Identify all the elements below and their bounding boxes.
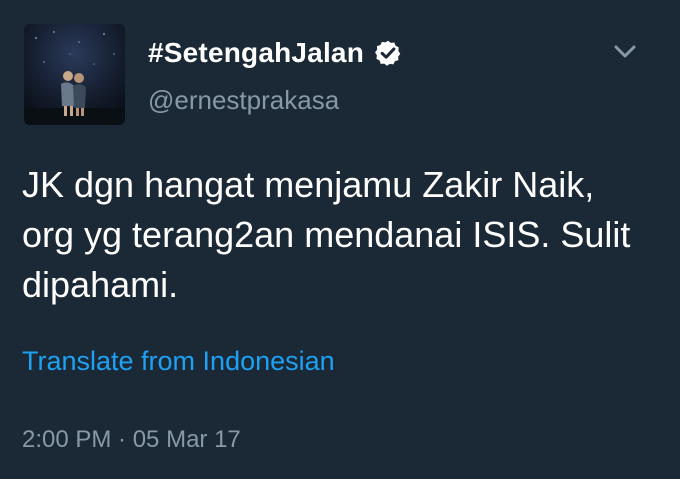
author-handle[interactable]: @ernestprakasa — [148, 84, 339, 116]
tweet-text-line: JK dgn hangat menjamu Zakir Naik, — [22, 164, 595, 205]
tweet-timestamp[interactable]: 2:00 PM · 05 Mar 17 — [22, 424, 241, 456]
avatar[interactable] — [24, 24, 125, 125]
tweet-text-line: org yg terang2an mendanai ISIS. Sulit — [22, 214, 631, 255]
tweet-card: #SetengahJalan @ernestprakasa JK dgn han… — [0, 0, 680, 479]
tweet-text: JK dgn hangat menjamu Zakir Naik, org yg… — [22, 160, 662, 310]
verified-badge-icon — [374, 39, 402, 67]
avatar-image — [24, 24, 125, 125]
translate-link[interactable]: Translate from Indonesian — [22, 344, 335, 378]
author-name-row[interactable]: #SetengahJalan — [148, 36, 402, 70]
tweet-text-line: dipahami. — [22, 264, 179, 305]
chevron-down-icon[interactable] — [610, 40, 640, 64]
display-name[interactable]: #SetengahJalan — [148, 36, 364, 70]
